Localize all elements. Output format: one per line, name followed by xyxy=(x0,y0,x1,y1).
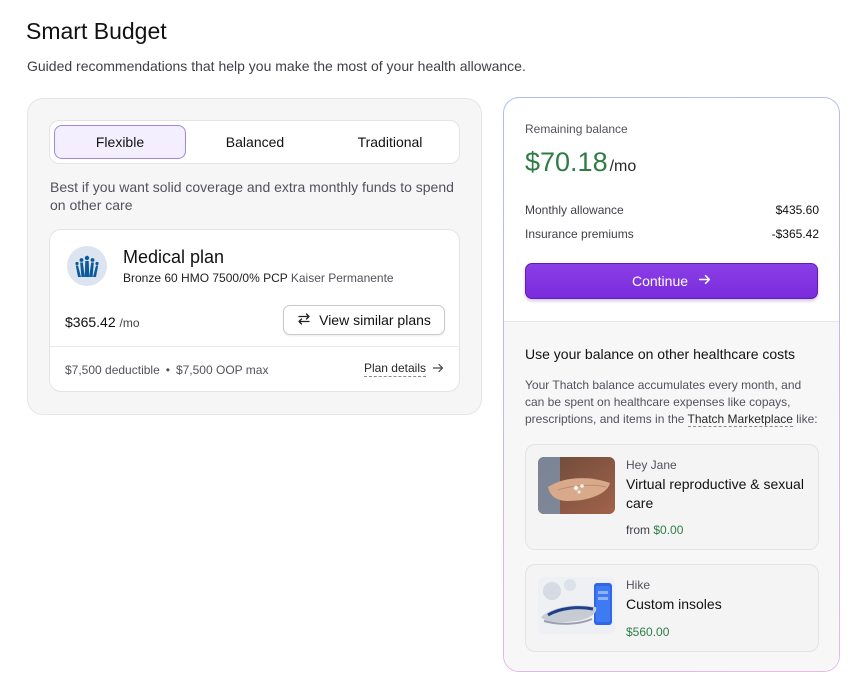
plan-deductible: $7,500 deductible xyxy=(65,363,160,377)
offer-card-hike[interactable]: Hike Custom insoles $560.00 xyxy=(525,564,819,652)
thatch-marketplace-link[interactable]: Thatch Marketplace xyxy=(687,412,793,427)
offer-card-hey-jane[interactable]: Hey Jane Virtual reproductive & sexual c… xyxy=(525,444,819,550)
balance-card: Remaining balance $70.18/mo Monthly allo… xyxy=(503,97,840,672)
plan-mode-description: Best if you want solid coverage and extr… xyxy=(50,179,454,213)
remaining-balance-label: Remaining balance xyxy=(525,122,628,136)
insurance-premiums-row: Insurance premiums -$365.42 xyxy=(525,227,819,241)
monthly-allowance-value: $435.60 xyxy=(775,203,819,217)
plan-mode-tabs: Flexible Balanced Traditional xyxy=(49,120,460,164)
monthly-allowance-label: Monthly allowance xyxy=(525,203,624,217)
offer-title: Virtual reproductive & sexual care xyxy=(626,476,804,511)
page-subtitle: Guided recommendations that help you mak… xyxy=(27,58,526,74)
remaining-balance-value: $70.18 xyxy=(525,147,608,177)
tab-traditional[interactable]: Traditional xyxy=(324,125,456,159)
tab-flexible[interactable]: Flexible xyxy=(54,125,186,159)
insurance-premiums-value: -$365.42 xyxy=(771,227,819,241)
continue-label: Continue xyxy=(631,273,689,289)
separator-dot: • xyxy=(165,363,170,377)
offer-price-value: $0.00 xyxy=(653,523,684,537)
pills-in-hand-image xyxy=(538,457,615,514)
medical-plan-card: Medical plan Bronze 60 HMO 7500/0% PCP K… xyxy=(49,229,460,392)
remaining-balance-unit: /mo xyxy=(609,158,637,175)
continue-button[interactable]: Continue xyxy=(525,263,818,299)
plan-carrier: Kaiser Permanente xyxy=(290,271,394,285)
remaining-balance-amount: $70.18/mo xyxy=(525,147,636,178)
view-similar-plans-button[interactable]: View similar plans xyxy=(283,305,445,335)
divider xyxy=(50,346,459,347)
view-similar-plans-label: View similar plans xyxy=(319,312,431,328)
insurance-premiums-label: Insurance premiums xyxy=(525,227,634,241)
swap-arrows-icon xyxy=(297,312,311,329)
other-costs-desc-after: like: xyxy=(792,412,818,426)
kaiser-logo-icon xyxy=(67,246,107,286)
plan-details-link[interactable]: Plan details xyxy=(363,361,444,377)
other-costs-title: Use your balance on other healthcare cos… xyxy=(525,346,796,362)
offer-brand: Hey Jane xyxy=(626,458,677,472)
offer-title: Custom insoles xyxy=(626,596,722,612)
arrow-right-icon xyxy=(698,273,711,289)
offer-brand: Hike xyxy=(626,578,651,592)
plan-price: $365.42 /mo xyxy=(65,314,140,330)
plan-subtitle: Bronze 60 HMO 7500/0% PCP Kaiser Permane… xyxy=(123,271,394,285)
tab-balanced[interactable]: Balanced xyxy=(189,125,321,159)
plan-details-text: Bronze 60 HMO 7500/0% PCP xyxy=(123,271,288,285)
offer-price-value: $560.00 xyxy=(626,625,670,639)
page-title: Smart Budget xyxy=(26,18,167,44)
plan-name: Medical plan xyxy=(123,247,225,267)
plan-price-amount: $365.42 xyxy=(65,314,116,330)
offer-price: from $0.00 xyxy=(626,523,683,537)
plan-oop-max: $7,500 OOP max xyxy=(175,363,269,377)
plan-price-unit: /mo xyxy=(119,316,140,330)
other-costs-section: Use your balance on other healthcare cos… xyxy=(504,321,839,671)
plan-details-label: Plan details xyxy=(363,361,426,377)
plan-meta: $7,500 deductible • $7,500 OOP max xyxy=(65,363,268,377)
offer-price: $560.00 xyxy=(626,625,669,639)
offer-price-prefix: from xyxy=(626,523,654,537)
insoles-image xyxy=(538,577,615,634)
other-costs-description: Your Thatch balance accumulates every mo… xyxy=(525,377,823,428)
balance-card-body: Remaining balance $70.18/mo Monthly allo… xyxy=(504,98,839,671)
plan-selector-card: Flexible Balanced Traditional Best if yo… xyxy=(27,98,482,415)
monthly-allowance-row: Monthly allowance $435.60 xyxy=(525,203,819,217)
arrow-right-icon xyxy=(432,362,444,377)
